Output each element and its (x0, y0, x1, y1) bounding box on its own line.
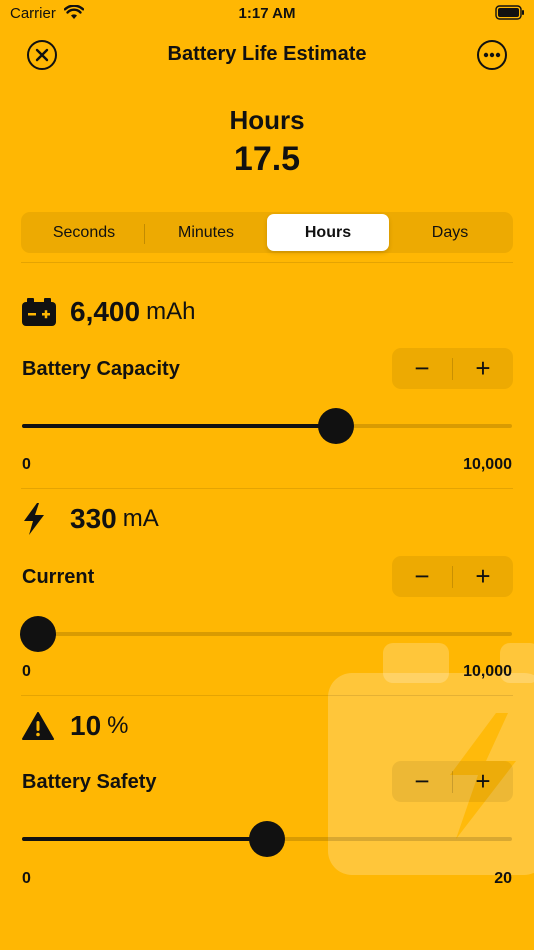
current-value-row: 330 mA (22, 503, 159, 535)
status-bar: Carrier 1:17 AM (0, 0, 534, 28)
capacity-decrement-button[interactable]: − (392, 348, 452, 389)
capacity-value-row: 6,400 mAh (22, 296, 195, 328)
safety-value: 10 (70, 710, 102, 741)
safety-stepper: − + (392, 761, 513, 802)
result-unit-label: Hours (229, 105, 305, 135)
capacity-value: 6,400 (70, 296, 141, 327)
capacity-unit: mAh (146, 298, 196, 325)
segment-days[interactable]: Days (389, 214, 511, 251)
segment-hours[interactable]: Hours (267, 214, 389, 251)
capacity-slider-thumb[interactable] (317, 408, 354, 444)
page-title: Battery Life Estimate (167, 43, 367, 65)
divider (21, 488, 513, 489)
battery-status-icon (495, 5, 525, 25)
safety-unit: % (107, 712, 129, 739)
divider (21, 695, 513, 696)
segment-seconds[interactable]: Seconds (23, 214, 145, 251)
safety-label: Battery Safety (22, 771, 157, 793)
nav-bar: Battery Life Estimate (0, 36, 534, 76)
current-slider[interactable] (20, 616, 512, 652)
bolt-icon (22, 503, 58, 535)
capacity-min-label: 0 (22, 456, 31, 473)
current-stepper: − + (392, 556, 513, 597)
safety-decrement-button[interactable]: − (392, 761, 452, 802)
capacity-max-label: 10,000 (463, 456, 512, 473)
safety-increment-button[interactable]: + (453, 761, 513, 802)
capacity-increment-button[interactable]: + (453, 348, 513, 389)
result-value: 17.5 (233, 140, 301, 178)
safety-max-label: 20 (494, 870, 512, 887)
current-max-label: 10,000 (463, 663, 512, 680)
safety-slider-fill (22, 837, 267, 841)
current-increment-button[interactable]: + (453, 556, 513, 597)
divider (21, 262, 513, 263)
safety-slider-thumb[interactable] (249, 821, 285, 857)
segment-minutes[interactable]: Minutes (145, 214, 267, 251)
current-label: Current (22, 566, 95, 588)
capacity-slider[interactable] (22, 408, 512, 444)
capacity-stepper: − + (392, 348, 513, 389)
time-unit-segmented-control: Seconds Minutes Hours Days (21, 212, 513, 253)
clock: 1:17 AM (238, 5, 296, 22)
safety-min-label: 0 (22, 870, 31, 887)
more-button[interactable] (477, 40, 507, 70)
ellipsis-icon (483, 52, 501, 58)
current-slider-thumb[interactable] (20, 616, 57, 652)
safety-value-row: 10 % (22, 710, 129, 742)
current-decrement-button[interactable]: − (392, 556, 452, 597)
safety-slider[interactable] (22, 821, 512, 857)
car-battery-icon (22, 297, 58, 327)
warning-triangle-icon (22, 711, 58, 741)
capacity-slider-fill (22, 424, 336, 428)
current-unit: mA (122, 505, 159, 532)
current-min-label: 0 (22, 663, 31, 680)
current-value: 330 (70, 503, 117, 534)
capacity-label: Battery Capacity (22, 358, 180, 380)
